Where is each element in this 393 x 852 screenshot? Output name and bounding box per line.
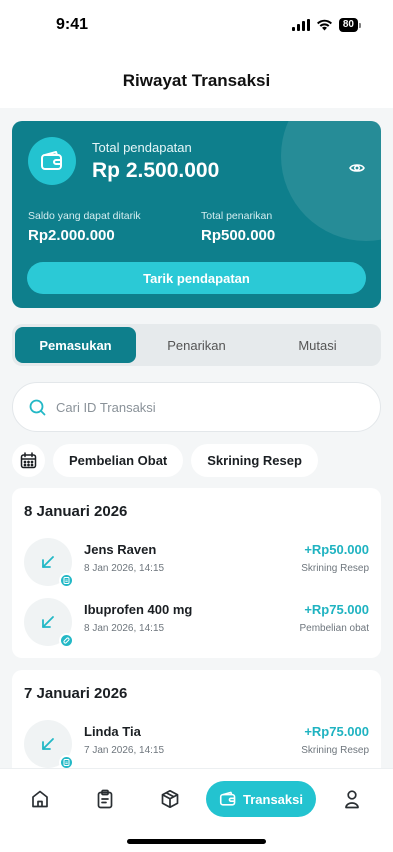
total-withdrawn-label: Total penarikan — [201, 210, 273, 222]
transaction-category: Skrining Resep — [301, 745, 369, 756]
transaction-item[interactable]: Jens Raven 8 Jan 2026, 14:15 +Rp50.000 S… — [12, 538, 381, 590]
group-date: 8 Januari 2026 — [24, 503, 128, 520]
total-income-label: Total pendapatan — [92, 140, 192, 155]
transaction-item[interactable]: Linda Tia 7 Jan 2026, 14:15 +Rp75.000 Sk… — [12, 720, 381, 772]
box-icon — [161, 789, 179, 809]
total-withdrawn-value: Rp500.000 — [201, 227, 276, 244]
nav-products-button[interactable] — [152, 781, 188, 817]
wallet-icon — [219, 791, 236, 806]
battery-level: 80 — [338, 18, 358, 32]
profile-icon — [345, 790, 359, 809]
incoming-arrow-icon — [24, 538, 74, 588]
transaction-item[interactable]: Ibuprofen 400 mg 8 Jan 2026, 14:15 +Rp75… — [12, 598, 381, 650]
pill-icon — [59, 633, 74, 648]
transaction-name: Jens Raven — [84, 542, 157, 557]
transaction-time: 8 Jan 2026, 14:15 — [84, 623, 165, 634]
transaction-time: 8 Jan 2026, 14:15 — [84, 563, 165, 574]
incoming-arrow-icon — [24, 598, 74, 648]
search-input[interactable]: Cari ID Transaksi — [12, 382, 381, 432]
search-placeholder: Cari ID Transaksi — [56, 399, 156, 415]
nav-profile-button[interactable] — [334, 781, 370, 817]
transaction-time: 7 Jan 2026, 14:15 — [84, 745, 165, 756]
tab-penarikan[interactable]: Penarikan — [136, 327, 257, 363]
transaction-tabs: Pemasukan Penarikan Mutasi — [12, 324, 381, 366]
transaction-name: Linda Tia — [84, 724, 141, 739]
calendar-filter-button[interactable] — [12, 444, 45, 477]
nav-transaksi-button[interactable]: Transaksi — [206, 781, 316, 817]
filter-chip-prescription-screening[interactable]: Skrining Resep — [191, 444, 318, 477]
transaction-amount: +Rp50.000 — [304, 542, 369, 557]
wifi-icon — [316, 19, 332, 31]
nav-home-button[interactable] — [22, 781, 58, 817]
transaction-amount: +Rp75.000 — [304, 602, 369, 617]
wallet-icon — [28, 137, 76, 185]
incoming-arrow-icon — [24, 720, 74, 770]
transaction-group: 8 Januari 2026 Jens Raven 8 Jan 2026, 14… — [12, 488, 381, 658]
withdrawable-label: Saldo yang dapat ditarik — [28, 210, 141, 222]
clipboard-icon — [97, 789, 113, 809]
tab-pemasukan[interactable]: Pemasukan — [15, 327, 136, 363]
transaction-name: Ibuprofen 400 mg — [84, 602, 193, 617]
transaction-category: Skrining Resep — [301, 563, 369, 574]
home-icon — [32, 790, 48, 808]
nav-active-label: Transaksi — [243, 791, 303, 807]
total-income-value: Rp 2.500.000 — [92, 159, 220, 182]
calendar-icon — [20, 452, 37, 469]
withdraw-income-button[interactable]: Tarik pendapatan — [27, 262, 366, 294]
filter-chip-medicine-purchase[interactable]: Pembelian Obat — [53, 444, 184, 477]
home-indicator — [127, 839, 266, 844]
status-bar: 9:41 80 — [0, 0, 393, 54]
balance-card: Total pendapatan Rp 2.500.000 Saldo yang… — [12, 121, 381, 308]
transaction-amount: +Rp75.000 — [304, 724, 369, 739]
eye-icon[interactable] — [349, 161, 365, 179]
status-icons: 80 — [291, 18, 361, 32]
decorative-circle — [281, 121, 381, 241]
nav-orders-button[interactable] — [87, 781, 123, 817]
status-time: 9:41 — [56, 16, 89, 33]
screening-icon — [59, 573, 74, 588]
search-icon — [29, 399, 46, 415]
filter-bar: Pembelian Obat Skrining Resep — [12, 444, 318, 477]
transaction-category: Pembelian obat — [299, 623, 370, 634]
withdrawable-value: Rp2.000.000 — [28, 227, 115, 244]
page-header: Riwayat Transaksi — [0, 54, 393, 108]
tab-mutasi[interactable]: Mutasi — [257, 327, 378, 363]
transaction-group: 7 Januari 2026 Linda Tia 7 Jan 2026, 14:… — [12, 670, 381, 780]
group-date: 7 Januari 2026 — [24, 685, 128, 702]
page-title: Riwayat Transaksi — [122, 71, 271, 90]
battery-icon: 80 — [338, 18, 361, 32]
cellular-signal-icon — [291, 19, 310, 31]
